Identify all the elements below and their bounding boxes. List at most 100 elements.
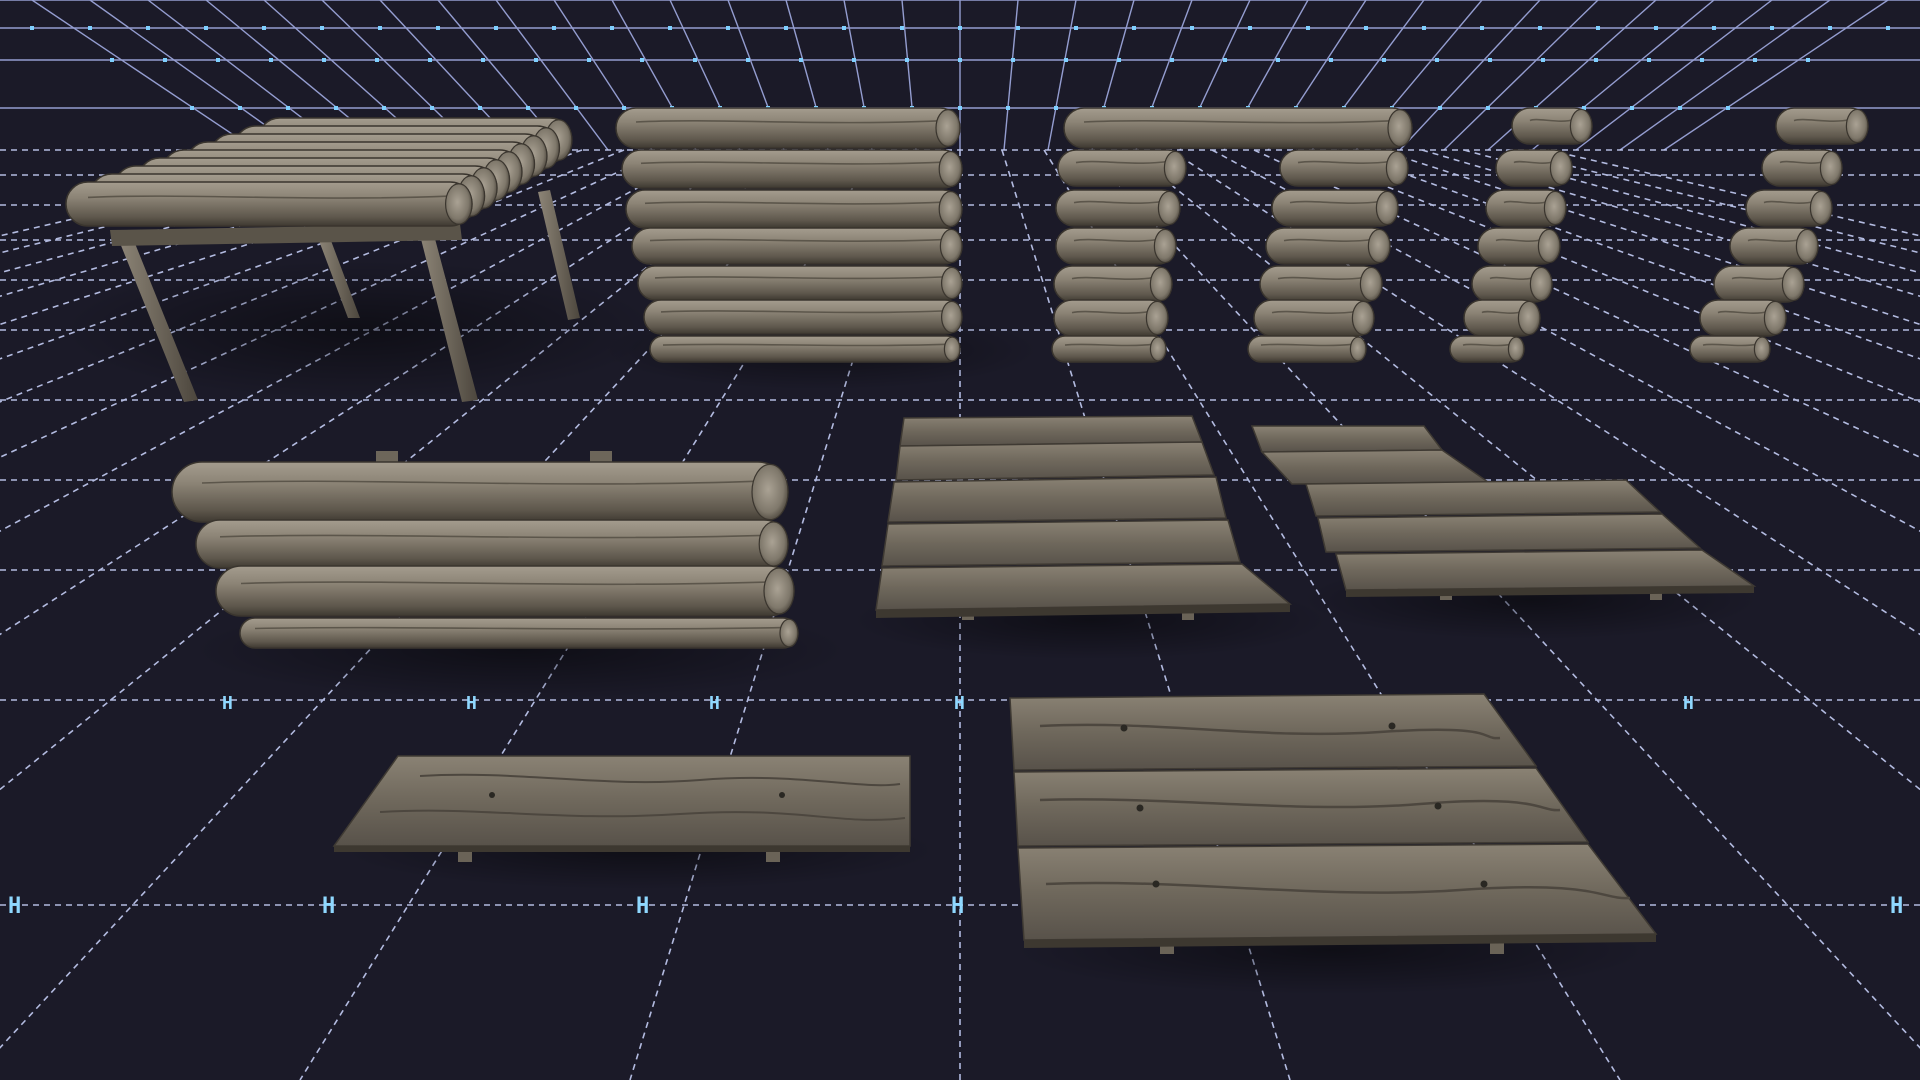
grid-tick <box>905 58 909 62</box>
log-body <box>615 107 961 149</box>
grid-tick <box>1117 58 1121 62</box>
log-end <box>1153 228 1177 264</box>
plank <box>1317 513 1702 553</box>
log-end <box>1537 228 1561 264</box>
log-body <box>643 299 963 335</box>
grid-tick <box>1223 58 1227 62</box>
grid-tick <box>1016 26 1020 30</box>
grid-tick <box>430 106 434 110</box>
grid-tick <box>494 26 498 30</box>
log-end <box>1507 336 1525 362</box>
log <box>1449 335 1525 363</box>
grid-tick <box>146 26 150 30</box>
log <box>1271 189 1399 227</box>
grid-tick <box>478 106 482 110</box>
grid-tick <box>726 26 730 30</box>
grid-tick <box>204 26 208 30</box>
grid-tick <box>1806 58 1810 62</box>
log <box>1745 189 1833 227</box>
log-end <box>935 108 961 147</box>
log <box>171 461 789 523</box>
game-viewport[interactable]: H H H H H H H H H H <box>0 0 1920 1080</box>
log-body <box>1063 107 1413 149</box>
log-end <box>758 521 789 567</box>
plank <box>1304 479 1662 517</box>
grid-tick <box>238 106 242 110</box>
axis-marker: H <box>222 693 233 714</box>
plank <box>881 519 1241 567</box>
log <box>1265 227 1391 265</box>
log-body <box>171 461 789 523</box>
grid-tick <box>262 26 266 30</box>
log-end <box>1809 190 1833 226</box>
grid-tick <box>286 106 290 110</box>
grid-tick <box>640 58 644 62</box>
log-body <box>1051 335 1167 363</box>
log <box>1051 335 1167 363</box>
grid-tick <box>668 26 672 30</box>
log-end <box>751 463 789 521</box>
log-body <box>1247 335 1367 363</box>
grid-tick <box>1700 58 1704 62</box>
grid-tick <box>552 26 556 30</box>
asset-log-wall[interactable] <box>615 107 963 363</box>
grid-tick <box>1435 58 1439 62</box>
log <box>1259 265 1383 303</box>
log <box>1055 227 1177 265</box>
log <box>1279 149 1409 187</box>
asset-log-wall-low[interactable] <box>171 451 799 649</box>
log-end <box>1145 300 1169 336</box>
log-end <box>1795 228 1819 264</box>
log-end <box>1163 150 1187 186</box>
grid-tick <box>1630 106 1634 110</box>
nail <box>1480 880 1488 888</box>
log <box>1713 265 1805 303</box>
log-end <box>1387 108 1413 147</box>
log-end <box>1549 150 1573 186</box>
grid-tick <box>428 58 432 62</box>
grid-tick <box>320 26 324 30</box>
grid-tick <box>1480 26 1484 30</box>
grid-tick <box>587 58 591 62</box>
grid-tick <box>1486 106 1490 110</box>
grid-tick <box>1248 26 1252 30</box>
grid-tick <box>163 58 167 62</box>
grid-tick <box>746 58 750 62</box>
log-end <box>444 183 473 225</box>
log <box>1495 149 1573 187</box>
grid-tick <box>269 58 273 62</box>
log <box>1775 107 1869 145</box>
grid-tick <box>1306 26 1310 30</box>
grid-tick <box>1382 58 1386 62</box>
axis-marker: H <box>8 894 21 919</box>
plank <box>1250 425 1444 453</box>
grid-tick <box>1753 58 1757 62</box>
grid-tick <box>334 106 338 110</box>
grid-tick <box>1132 26 1136 30</box>
grid-tick <box>322 58 326 62</box>
grid-tick <box>375 58 379 62</box>
log <box>1063 107 1413 149</box>
log <box>637 265 963 301</box>
grid-tick <box>216 58 220 62</box>
grid-tick <box>958 106 962 110</box>
log <box>1247 335 1367 363</box>
log <box>649 335 961 363</box>
nail <box>1434 802 1442 810</box>
asset-plank-single[interactable] <box>332 755 911 862</box>
nail <box>1152 880 1160 888</box>
grid-tick <box>1011 58 1015 62</box>
log-body <box>649 335 961 363</box>
grid-tick <box>1488 58 1492 62</box>
grid-tick <box>1064 58 1068 62</box>
log <box>65 181 473 227</box>
grid-tick <box>378 26 382 30</box>
log-body <box>239 617 799 649</box>
log <box>195 519 789 569</box>
grid-tick <box>481 58 485 62</box>
grid-tick <box>30 26 34 30</box>
log-end <box>1753 336 1771 362</box>
grid-tick <box>1541 58 1545 62</box>
log-end <box>1149 336 1167 362</box>
log <box>1053 299 1169 337</box>
